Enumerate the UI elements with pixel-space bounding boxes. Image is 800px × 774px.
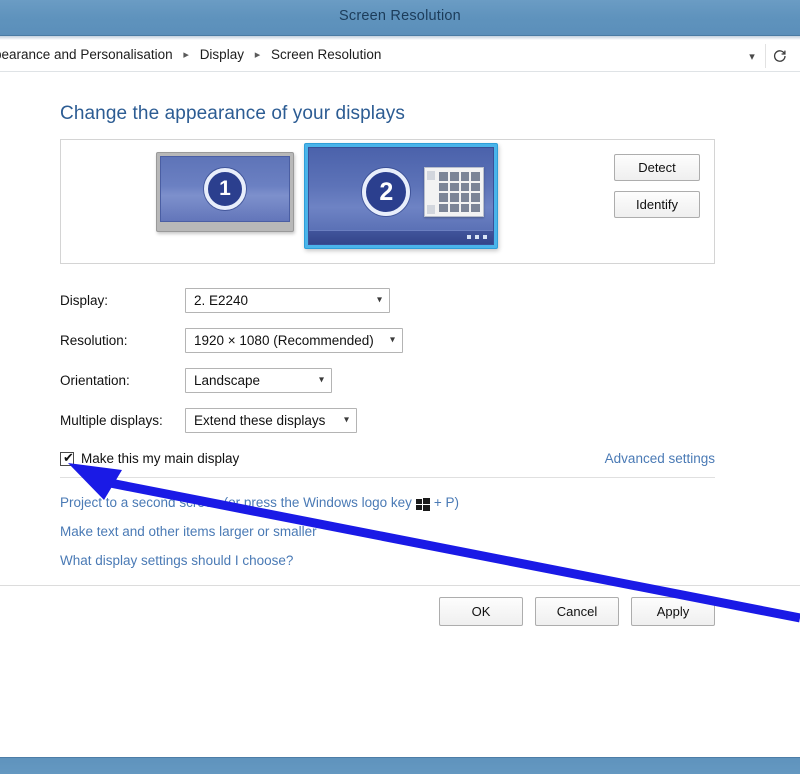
row-resolution: Resolution: 1920 × 1080 (Recommended) ▾ (60, 320, 720, 360)
row-display: Display: 2. E2240 ▾ (60, 280, 720, 320)
bottom-accent-strip (0, 757, 800, 774)
footer-button-group: OK Cancel Apply (439, 597, 715, 626)
address-bar[interactable]: pearance and Personalisation ▸ Display ▸… (0, 40, 800, 72)
refresh-icon[interactable] (766, 44, 794, 68)
monitor-1-screen: 1 (160, 156, 290, 222)
page-title: Change the appearance of your displays (60, 103, 405, 125)
display-label: Display: (60, 293, 185, 308)
make-main-display-checkbox[interactable]: ✔ (60, 452, 74, 466)
monitor-1-number: 1 (204, 168, 246, 210)
address-bar-controls: ▾ (739, 44, 794, 68)
advanced-settings-link[interactable]: Advanced settings (605, 451, 715, 466)
orientation-label: Orientation: (60, 373, 185, 388)
text-size-link[interactable]: Make text and other items larger or smal… (60, 517, 720, 546)
multiple-displays-select[interactable]: Extend these displays ▾ (185, 408, 357, 433)
window-title-bar: Screen Resolution (0, 0, 800, 36)
multiple-displays-select-value: Extend these displays (194, 413, 325, 428)
dialog-footer: OK Cancel Apply (0, 586, 800, 650)
multiple-displays-label: Multiple displays: (60, 413, 185, 428)
breadcrumb-item-display[interactable]: Display (200, 47, 244, 62)
display-preview-panel[interactable]: 1 2 Detect (60, 139, 715, 264)
start-screen-tiles-icon (424, 167, 484, 217)
resolution-select[interactable]: 1920 × 1080 (Recommended) ▾ (185, 328, 403, 353)
taskbar-dots-icon (467, 235, 487, 239)
ok-button[interactable]: OK (439, 597, 523, 626)
detect-button[interactable]: Detect (614, 154, 700, 181)
breadcrumb-item-screen-resolution[interactable]: Screen Resolution (271, 47, 381, 62)
breadcrumb: pearance and Personalisation ▸ Display ▸… (0, 47, 381, 62)
orientation-select[interactable]: Landscape ▾ (185, 368, 332, 393)
monitor-preview-2[interactable]: 2 (304, 143, 498, 249)
apply-button[interactable]: Apply (631, 597, 715, 626)
project-link-suffix: + P) (434, 495, 459, 510)
monitor-2-number: 2 (362, 168, 410, 216)
chevron-down-icon: ▾ (344, 415, 349, 426)
display-select[interactable]: 2. E2240 ▾ (185, 288, 390, 313)
monitor-2-taskbar (309, 230, 493, 244)
monitor-2-screen: 2 (308, 147, 494, 245)
dialog-content: Change the appearance of your displays 1… (0, 73, 800, 585)
breadcrumb-item-appearance[interactable]: pearance and Personalisation (0, 47, 173, 62)
checkmark-icon: ✔ (63, 451, 74, 465)
chevron-down-icon: ▾ (390, 335, 395, 346)
display-select-value: 2. E2240 (194, 293, 248, 308)
window-title: Screen Resolution (0, 8, 800, 24)
resolution-label: Resolution: (60, 333, 185, 348)
windows-logo-icon (416, 498, 430, 510)
orientation-select-value: Landscape (194, 373, 260, 388)
main-display-row: ✔ Make this my main display Advanced set… (60, 451, 715, 466)
cancel-button[interactable]: Cancel (535, 597, 619, 626)
row-multiple-displays: Multiple displays: Extend these displays… (60, 400, 720, 440)
help-links: Project to a second screen (or press the… (60, 488, 720, 575)
chevron-down-icon[interactable]: ▾ (739, 44, 766, 68)
breadcrumb-separator-icon: ▸ (176, 49, 196, 61)
chevron-down-icon: ▾ (319, 375, 324, 386)
display-help-link[interactable]: What display settings should I choose? (60, 546, 720, 575)
preview-side-buttons: Detect Identify (614, 154, 700, 218)
chevron-down-icon: ▾ (377, 295, 382, 306)
identify-button[interactable]: Identify (614, 191, 700, 218)
project-link-prefix: Project to a second screen (or press the… (60, 495, 412, 510)
project-second-screen-link[interactable]: Project to a second screen (or press the… (60, 488, 720, 517)
row-orientation: Orientation: Landscape ▾ (60, 360, 720, 400)
make-main-display-label[interactable]: Make this my main display (81, 451, 239, 466)
resolution-select-value: 1920 × 1080 (Recommended) (194, 333, 374, 348)
display-settings-form: Display: 2. E2240 ▾ Resolution: 1920 × 1… (60, 280, 720, 440)
breadcrumb-separator-icon: ▸ (248, 49, 268, 61)
monitor-preview-1[interactable]: 1 (156, 152, 294, 232)
section-divider (60, 477, 715, 478)
